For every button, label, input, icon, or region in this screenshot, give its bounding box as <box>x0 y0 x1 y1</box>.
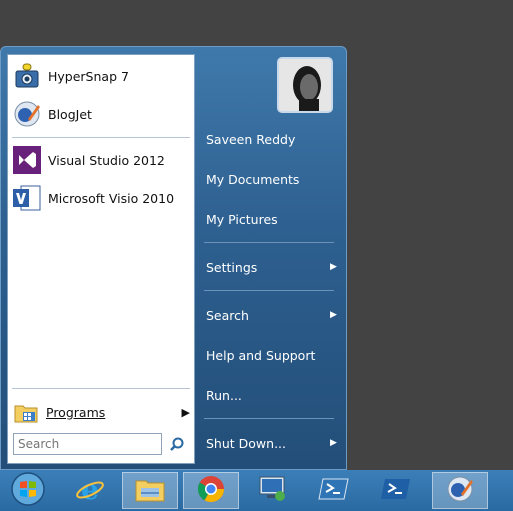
divider <box>12 388 190 389</box>
taskbar-blogjet[interactable] <box>432 472 488 509</box>
start-orb-icon <box>10 471 46 511</box>
remote-desktop-icon <box>256 474 288 508</box>
programs-pane: HyperSnap 7 BlogJet Visual Studio 2012 M… <box>7 54 195 464</box>
menu-item-label: Settings <box>206 260 258 275</box>
visio-icon <box>12 183 42 213</box>
taskbar-chrome[interactable] <box>183 472 239 509</box>
taskbar-remote-desktop[interactable] <box>244 472 300 509</box>
blogjet-icon <box>445 474 475 508</box>
menu-item-my-pictures[interactable]: My Pictures <box>206 212 278 227</box>
taskbar-file-explorer[interactable] <box>122 472 178 509</box>
chrome-icon <box>196 474 226 508</box>
search-icon[interactable] <box>168 436 186 454</box>
menu-item-settings[interactable]: Settings ▶ <box>206 260 337 275</box>
divider <box>204 290 334 291</box>
taskbar-internet-explorer[interactable]: e <box>62 472 118 509</box>
taskbar: e <box>0 470 513 511</box>
menu-item-label: HyperSnap 7 <box>48 68 129 84</box>
blogjet-icon <box>12 99 42 129</box>
menu-item-search[interactable]: Search ▶ <box>206 308 337 323</box>
programs-label: Programs <box>46 404 106 420</box>
menu-item-visual-studio[interactable]: Visual Studio 2012 <box>12 143 190 177</box>
menu-item-label: My Pictures <box>206 212 278 227</box>
visual-studio-icon <box>12 145 42 175</box>
folder-programs-icon <box>14 401 40 423</box>
menu-item-visio[interactable]: Microsoft Visio 2010 <box>12 181 190 215</box>
menu-item-label: My Documents <box>206 172 300 187</box>
menu-item-user-folder[interactable]: Saveen Reddy <box>206 132 295 147</box>
start-button[interactable] <box>0 471 56 511</box>
chevron-right-icon: ▶ <box>330 310 337 320</box>
svg-text:e: e <box>81 473 99 505</box>
divider <box>204 418 334 419</box>
menu-item-blogjet[interactable]: BlogJet <box>12 97 190 131</box>
menu-item-shut-down[interactable]: Shut Down... ▶ <box>206 436 337 451</box>
avatar[interactable] <box>277 57 333 113</box>
powershell-icon <box>318 476 350 506</box>
divider <box>204 242 334 243</box>
chevron-right-icon: ▶ <box>181 405 190 419</box>
search-row <box>13 433 189 459</box>
powershell-icon <box>380 476 412 506</box>
internet-explorer-icon: e <box>74 473 106 509</box>
menu-item-run[interactable]: Run... <box>206 388 242 403</box>
menu-item-label: Saveen Reddy <box>206 132 296 147</box>
chevron-right-icon: ▶ <box>330 438 337 448</box>
camera-icon <box>12 61 42 91</box>
search-input[interactable] <box>13 433 162 455</box>
file-explorer-icon <box>134 475 166 507</box>
menu-item-label: BlogJet <box>48 106 92 122</box>
divider <box>12 137 190 138</box>
menu-item-label: Shut Down... <box>206 436 286 451</box>
menu-item-label: Microsoft Visio 2010 <box>48 190 175 206</box>
menu-item-label: Help and Support <box>206 348 316 363</box>
menu-item-label: Visual Studio 2012 <box>48 152 165 168</box>
taskbar-powershell-ise[interactable] <box>306 472 362 509</box>
start-menu: HyperSnap 7 BlogJet Visual Studio 2012 M… <box>0 46 347 470</box>
menu-item-label: Search <box>206 308 249 323</box>
menu-item-my-documents[interactable]: My Documents <box>206 172 299 187</box>
chevron-right-icon: ▶ <box>330 262 337 272</box>
menu-item-label: Run... <box>206 388 242 403</box>
menu-item-hypersnap[interactable]: HyperSnap 7 <box>12 59 190 93</box>
menu-item-help-support[interactable]: Help and Support <box>206 348 315 363</box>
taskbar-powershell[interactable] <box>368 472 424 509</box>
programs-menu-item[interactable]: Programs ▶ <box>14 399 190 425</box>
